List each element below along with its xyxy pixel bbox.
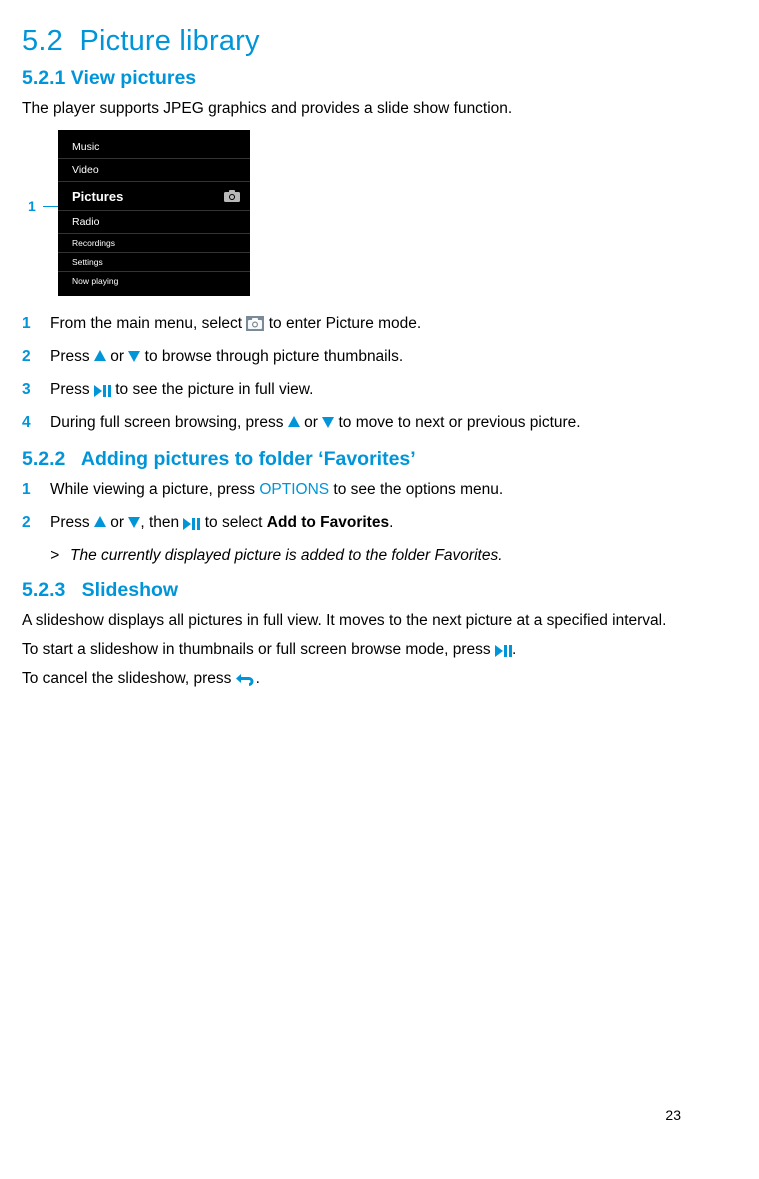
play-pause-icon [183, 518, 200, 530]
menu-item-pictures: Pictures [58, 182, 250, 211]
down-arrow-icon [128, 517, 140, 528]
step-number: 1 [22, 314, 50, 335]
menu-item-video: Video [58, 159, 250, 182]
steps-522: 1 While viewing a picture, press OPTIONS… [22, 480, 711, 534]
play-pause-icon [495, 645, 512, 657]
slideshow-para-3: To cancel the slideshow, press . [22, 669, 711, 690]
slideshow-para-1: A slideshow displays all pictures in ful… [22, 611, 711, 632]
step-body: Press to see the picture in full view. [50, 380, 711, 401]
play-pause-icon [94, 385, 111, 397]
menu-item-now-playing: Now playing [58, 272, 250, 290]
subsection-521-title: View pictures [71, 67, 196, 89]
result-text: The currently displayed picture is added… [70, 546, 503, 567]
up-arrow-icon [288, 416, 300, 427]
back-icon [236, 672, 256, 686]
step-number: 2 [22, 347, 50, 368]
slideshow-para-2: To start a slideshow in thumbnails or fu… [22, 640, 711, 661]
section-number: 5.2 [22, 25, 63, 57]
subsection-522-number: 5.2.2 [22, 448, 65, 470]
step-number: 4 [22, 413, 50, 434]
options-label: OPTIONS [259, 481, 329, 498]
page-number: 23 [665, 1106, 681, 1125]
step-body: From the main menu, select to enter Pict… [50, 314, 711, 335]
step-number: 2 [22, 513, 50, 534]
subsection-521-intro: The player supports JPEG graphics and pr… [22, 99, 711, 120]
step-body: Press or to browse through picture thumb… [50, 347, 711, 368]
step-body: Press or , then to select Add to Favorit… [50, 513, 711, 534]
section-heading: 5.2 Picture library [22, 22, 711, 61]
result-marker: > [50, 546, 70, 567]
menu-item-radio: Radio [58, 211, 250, 234]
camera-icon [246, 316, 264, 331]
menu-item-settings: Settings [58, 253, 250, 272]
step-number: 1 [22, 480, 50, 501]
subsection-523-heading: 5.2.3 Slideshow [22, 577, 711, 603]
callout-line [43, 206, 58, 207]
section-title: Picture library [79, 25, 259, 57]
down-arrow-icon [128, 351, 140, 362]
callout-label-1: 1 [28, 197, 36, 216]
subsection-523-title: Slideshow [82, 579, 178, 601]
up-arrow-icon [94, 350, 106, 361]
subsection-521-number: 5.2.1 [22, 67, 65, 89]
device-menu-illustration: 1 Music Video Pictures Radio Recordings … [52, 130, 711, 300]
subsection-522-title: Adding pictures to folder ‘Favorites’ [81, 448, 416, 470]
menu-item-recordings: Recordings [58, 234, 250, 253]
steps-521: 1 From the main menu, select to enter Pi… [22, 314, 711, 434]
down-arrow-icon [322, 417, 334, 428]
device-menu: Music Video Pictures Radio Recordings Se… [58, 130, 250, 296]
step-number: 3 [22, 380, 50, 401]
subsection-521-heading: 5.2.1 View pictures [22, 65, 711, 91]
subsection-522-heading: 5.2.2 Adding pictures to folder ‘Favorit… [22, 446, 711, 472]
step-body: While viewing a picture, press OPTIONS t… [50, 480, 711, 501]
add-to-favorites-label: Add to Favorites [267, 514, 389, 531]
result-note: > The currently displayed picture is add… [50, 546, 711, 567]
step-body: During full screen browsing, press or to… [50, 413, 711, 434]
up-arrow-icon [94, 516, 106, 527]
subsection-523-number: 5.2.3 [22, 579, 65, 601]
camera-icon [224, 190, 240, 202]
menu-item-music: Music [58, 136, 250, 159]
